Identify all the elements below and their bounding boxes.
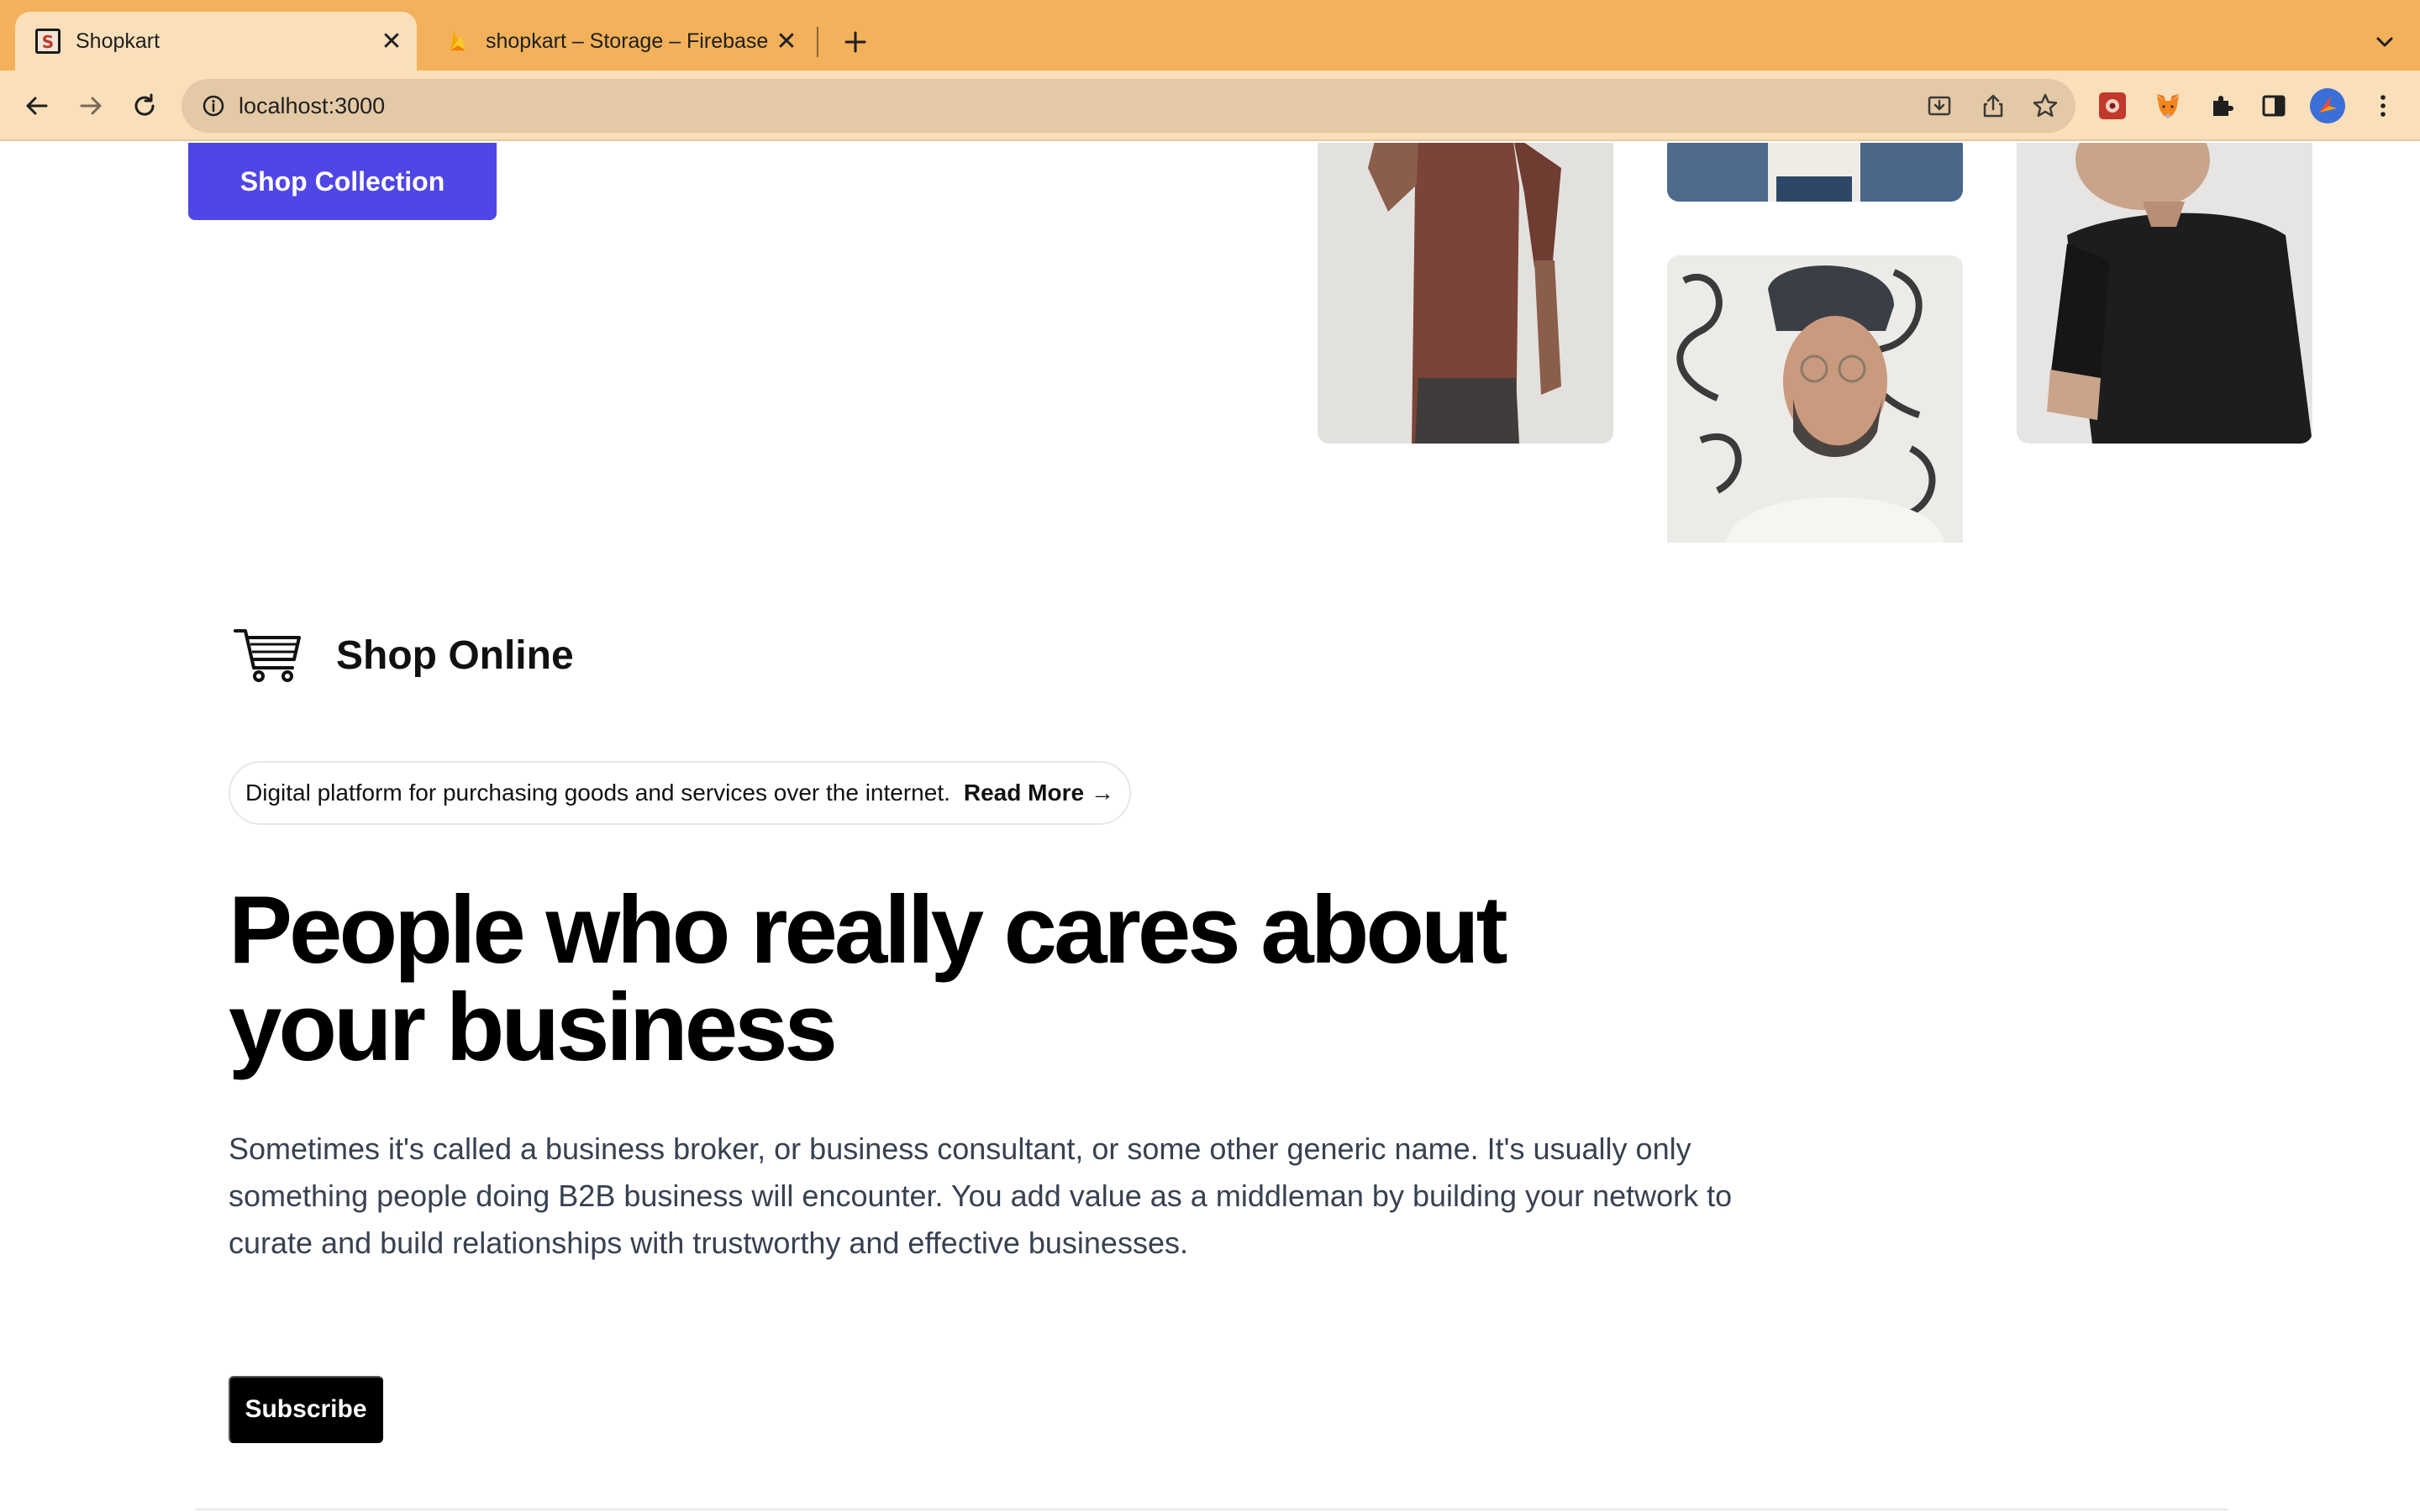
read-more-link[interactable]: Read More →: [964, 780, 1114, 806]
photo-man-black-tshirt: [2017, 143, 2312, 444]
browser-toolbar: localhost:3000: [0, 71, 2420, 141]
brand-name: Shop Online: [336, 633, 574, 678]
shopkart-favicon-icon: S: [34, 27, 62, 55]
back-arrow-icon[interactable]: [18, 87, 55, 124]
reload-icon[interactable]: [126, 87, 163, 124]
tab-shopkart[interactable]: S Shopkart ✕: [15, 12, 417, 71]
tab-title: shopkart – Storage – Firebase: [486, 29, 769, 53]
close-tab-icon[interactable]: ✕: [770, 24, 803, 58]
section-divider: [195, 1509, 2228, 1510]
subscribe-button[interactable]: Subscribe: [229, 1376, 383, 1443]
extension-red-icon[interactable]: [2094, 87, 2131, 124]
photo-man-brown-tshirt: [1318, 143, 1613, 444]
browser-tab-strip: S Shopkart ✕ shopkart – Storage – Fireba…: [0, 0, 2420, 71]
side-panel-icon[interactable]: [2255, 87, 2292, 124]
metamask-fox-icon[interactable]: [2149, 87, 2186, 124]
shop-collection-button[interactable]: Shop Collection: [188, 143, 497, 220]
close-tab-icon[interactable]: ✕: [375, 24, 408, 58]
announcement-pill: Digital platform for purchasing goods an…: [229, 761, 1131, 825]
url-text: localhost:3000: [239, 93, 386, 118]
page-viewport: Shop Collection Shop Online Digital plat…: [0, 143, 2420, 1512]
tab-separator: [817, 27, 818, 57]
photo-denim-jacket-crop: [1667, 143, 1963, 202]
hero-headline: People who really cares about your busin…: [229, 877, 1508, 1081]
install-app-icon[interactable]: [1921, 87, 1958, 124]
announcement-text: Digital platform for purchasing goods an…: [245, 780, 950, 806]
shopping-cart-icon: [234, 626, 302, 685]
new-tab-plus-icon[interactable]: [837, 24, 874, 60]
share-icon[interactable]: [1975, 87, 2012, 124]
address-bar[interactable]: localhost:3000: [182, 79, 2075, 133]
browser-menu-kebab-icon[interactable]: [2365, 87, 2402, 124]
tab-title: Shopkart: [76, 29, 160, 53]
svg-text:S: S: [42, 32, 54, 52]
hero-description: Sometimes it's called a business broker,…: [229, 1131, 1733, 1260]
brand[interactable]: Shop Online: [234, 622, 574, 689]
bookmark-star-icon[interactable]: [2027, 87, 2064, 124]
site-info-icon[interactable]: [197, 89, 230, 123]
forward-arrow-icon[interactable]: [72, 87, 109, 124]
firebase-favicon-icon: [444, 27, 472, 55]
tab-firebase-storage[interactable]: shopkart – Storage – Firebase ✕: [425, 12, 812, 71]
tab-search-chevron-down-icon[interactable]: [2366, 24, 2403, 60]
extensions-puzzle-icon[interactable]: [2203, 87, 2240, 124]
photo-man-beanie-glasses: [1667, 255, 1963, 543]
profile-avatar[interactable]: [2309, 87, 2346, 124]
